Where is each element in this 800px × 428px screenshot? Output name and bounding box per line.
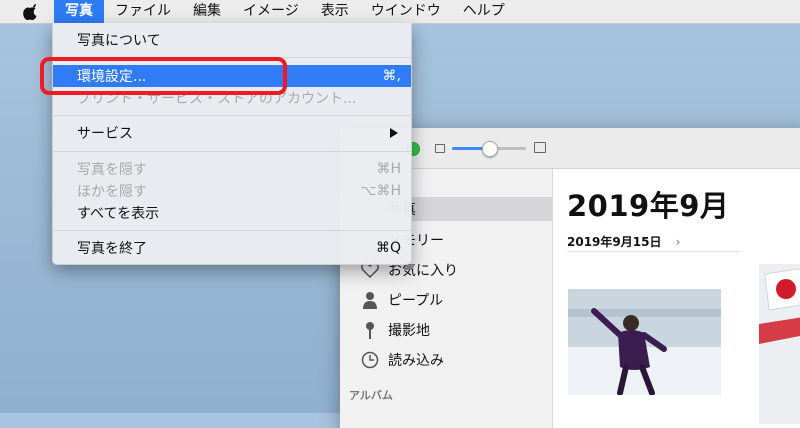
menu-separator [53, 230, 411, 231]
apple-menu-icon[interactable] [22, 2, 40, 22]
sidebar-item-label: 読み込み [388, 353, 444, 369]
menu-file[interactable]: ファイル [104, 0, 182, 23]
small-thumbnail-icon [435, 144, 445, 153]
sidebar-item-places[interactable]: 撮影地 [360, 319, 430, 341]
menu-separator [53, 151, 411, 152]
shortcut-label: ⌘, [382, 68, 401, 84]
photo-grid-area: 2019年9月 2019年9月15日 › [553, 169, 800, 428]
photo-thumbnail-flag[interactable] [759, 264, 800, 424]
sidebar-item-label: 撮影地 [388, 323, 430, 339]
menu-window[interactable]: ウインドウ [360, 0, 452, 23]
menu-separator [53, 115, 411, 116]
shortcut-label: ⌘H [376, 161, 401, 177]
albums-section-header: アルバム [349, 389, 393, 402]
menu-edit[interactable]: 編集 [182, 0, 232, 23]
menu-bar: 写真 ファイル 編集 イメージ 表示 ウインドウ ヘルプ [0, 0, 800, 24]
sidebar-item-imports[interactable]: 読み込み [360, 349, 444, 371]
moment-date: 2019年9月15日 [567, 235, 662, 249]
menu-item-services[interactable]: サービス [53, 122, 411, 144]
menu-item-label: ほかを隠す [77, 184, 147, 200]
pin-icon [360, 320, 380, 340]
menu-item-label: 写真について [77, 33, 161, 49]
thumbnail-size-slider[interactable] [452, 141, 526, 157]
menu-item-label: 写真を隠す [77, 162, 147, 178]
menu-item-label: サービス [77, 126, 133, 142]
slider-knob[interactable] [482, 141, 498, 157]
clock-icon [360, 350, 380, 370]
menu-item-hide: 写真を隠す ⌘H [53, 158, 411, 180]
person-icon [360, 290, 380, 310]
menu-view[interactable]: 表示 [310, 0, 360, 23]
page-title: 2019年9月 [567, 189, 730, 223]
menu-item-show-all[interactable]: すべてを表示 [53, 202, 411, 224]
chevron-right-icon: › [675, 235, 681, 249]
sidebar-item-label: ピープル [388, 293, 444, 309]
submenu-arrow-icon [390, 128, 398, 138]
menu-help[interactable]: ヘルプ [452, 0, 516, 23]
large-thumbnail-icon [534, 142, 546, 153]
divider [567, 251, 739, 252]
menu-item-label: すべてを表示 [77, 206, 160, 222]
menu-image[interactable]: イメージ [232, 0, 310, 23]
menu-item-about[interactable]: 写真について [53, 29, 411, 51]
shortcut-label: ⌥⌘H [360, 183, 401, 199]
menu-photos[interactable]: 写真 [54, 0, 104, 23]
moment-date-row[interactable]: 2019年9月15日 › [567, 233, 680, 250]
menu-item-hide-others: ほかを隠す ⌥⌘H [53, 180, 411, 202]
photo-thumbnail-skater[interactable] [568, 289, 721, 395]
highlight-annotation-box [40, 57, 287, 95]
menu-item-label: 写真を終了 [77, 241, 147, 257]
sidebar-item-people[interactable]: ピープル [360, 289, 443, 311]
menu-item-quit[interactable]: 写真を終了 ⌘Q [53, 237, 411, 259]
shortcut-label: ⌘Q [375, 240, 401, 256]
